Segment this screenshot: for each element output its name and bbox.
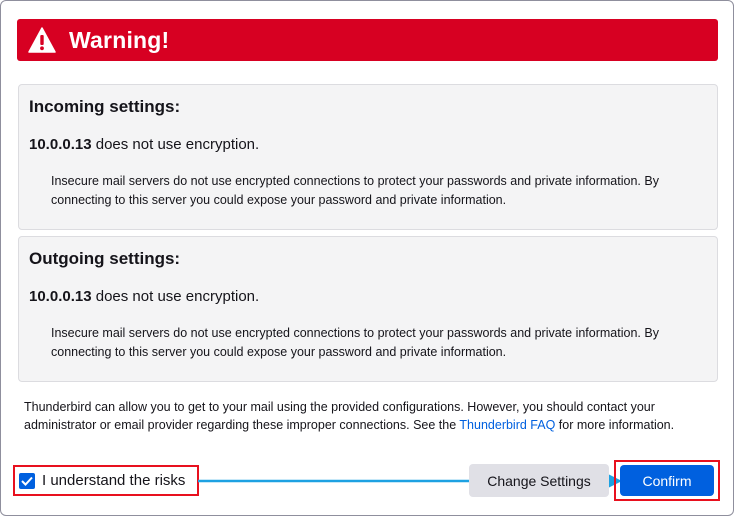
incoming-host-line: 10.0.0.13 does not use encryption. [29, 136, 259, 153]
warning-dialog: Warning! Incoming settings: 10.0.0.13 do… [0, 0, 734, 516]
warning-banner: Warning! [17, 19, 718, 61]
incoming-heading: Incoming settings: [29, 97, 181, 116]
outgoing-host-line: 10.0.0.13 does not use encryption. [29, 288, 259, 305]
outgoing-description: Insecure mail servers do not use encrypt… [51, 326, 659, 359]
outgoing-settings-section: Outgoing settings: 10.0.0.13 does not us… [18, 236, 718, 382]
confirm-button[interactable]: Confirm [620, 465, 714, 496]
outgoing-host: 10.0.0.13 [29, 288, 92, 305]
thunderbird-faq-link[interactable]: Thunderbird FAQ [459, 418, 555, 432]
change-settings-button[interactable]: Change Settings [469, 464, 609, 497]
incoming-host: 10.0.0.13 [29, 136, 92, 153]
dialog-title: Warning! [69, 26, 170, 53]
outgoing-status: does not use encryption. [91, 288, 260, 305]
info-text: Thunderbird can allow you to get to your… [24, 398, 724, 434]
understand-risks-checkbox[interactable]: I understand the risks [13, 465, 199, 496]
incoming-description: Insecure mail servers do not use encrypt… [51, 174, 659, 207]
outgoing-heading: Outgoing settings: [29, 249, 181, 268]
incoming-settings-section: Incoming settings: 10.0.0.13 does not us… [18, 84, 718, 230]
incoming-status: does not use encryption. [91, 136, 260, 153]
info-text-after: for more information. [555, 418, 675, 432]
understand-risks-label: I understand the risks [42, 472, 186, 489]
checkbox-checked-icon[interactable] [19, 472, 35, 489]
warning-icon [27, 26, 57, 54]
